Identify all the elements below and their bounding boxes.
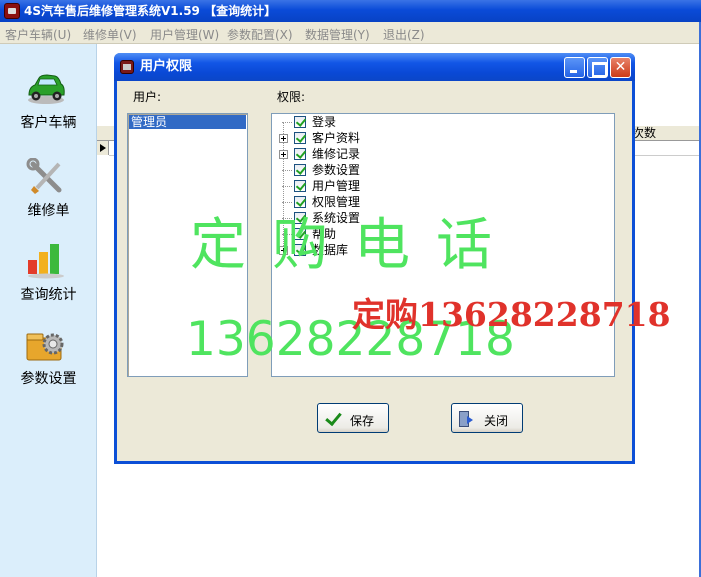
menu-data-management[interactable]: 数据管理(Y): [305, 26, 370, 43]
tree-node-label: 登录: [312, 115, 337, 129]
tree-node-label: 客户资料: [312, 131, 361, 145]
tree-connector: [282, 186, 292, 187]
bar-chart-icon: [28, 244, 64, 279]
save-button-label: 保存: [350, 414, 375, 428]
close-window-button[interactable]: ✕: [610, 57, 631, 78]
tree-node-login[interactable]: 登录: [272, 114, 472, 130]
sidebar-item-label: 查询统计: [20, 287, 77, 303]
tree-connector: [282, 122, 292, 123]
permission-checkbox[interactable]: [294, 180, 306, 192]
permissions-label: 权限:: [277, 90, 306, 104]
tree-node-label: 用户管理: [312, 179, 361, 193]
permission-checkbox[interactable]: [294, 148, 306, 160]
minimize-button[interactable]: [564, 57, 585, 78]
menu-repair-order[interactable]: 维修单(V): [83, 26, 137, 43]
sidebar-item-query-stats[interactable]: 查询统计: [0, 236, 97, 316]
sidebar-item-customer-vehicle[interactable]: 客户车辆: [0, 64, 97, 144]
checkmark-icon: [326, 410, 338, 426]
tools-icon: [26, 158, 62, 194]
expand-icon[interactable]: [279, 134, 288, 143]
dialog-title: 用户权限: [140, 59, 193, 74]
car-icon: [28, 74, 65, 104]
list-item[interactable]: 管理员: [129, 115, 246, 129]
grid-column-count[interactable]: 次数: [632, 126, 656, 141]
tree-node-customer-data[interactable]: 客户资料: [272, 130, 472, 146]
maximize-button[interactable]: [587, 57, 608, 78]
dialog-title-bar[interactable]: 用户权限 ✕: [114, 53, 635, 81]
sidebar-item-label: 客户车辆: [20, 115, 77, 131]
dialog-app-icon: [120, 60, 134, 74]
sidebar-item-repair-order[interactable]: 维修单: [0, 152, 97, 232]
menu-user-management[interactable]: 用户管理(W): [150, 26, 219, 43]
users-label: 用户:: [133, 90, 162, 104]
menu-exit[interactable]: 退出(Z): [383, 26, 425, 43]
sidebar-item-label: 参数设置: [20, 371, 77, 387]
menu-customer-vehicle[interactable]: 客户车辆(U): [5, 26, 71, 43]
tree-node-label: 参数设置: [312, 163, 361, 177]
sidebar: 客户车辆 维修单 查询统计 参数设置: [0, 44, 97, 577]
grid-row-indicator[interactable]: [97, 141, 109, 155]
save-button[interactable]: 保存: [317, 403, 389, 433]
sidebar-item-parameter-settings[interactable]: 参数设置: [0, 320, 97, 400]
tree-node-parameter-settings[interactable]: 参数设置: [272, 162, 472, 178]
tree-node-user-management[interactable]: 用户管理: [272, 178, 472, 194]
close-button-label: 关闭: [484, 414, 509, 428]
watermark-order-phone-red: 定购13628228718: [352, 295, 671, 334]
app-icon: [4, 3, 20, 19]
permission-checkbox[interactable]: [294, 164, 306, 176]
exit-door-icon: [459, 411, 473, 427]
permission-checkbox[interactable]: [294, 116, 306, 128]
menu-parameter-config[interactable]: 参数配置(X): [227, 26, 293, 43]
settings-gear-icon: [26, 333, 64, 361]
minimize-icon: [565, 58, 584, 77]
menu-bar: 客户车辆(U) 维修单(V) 用户管理(W) 参数配置(X) 数据管理(Y) 退…: [0, 22, 701, 44]
tree-node-label: 维修记录: [312, 147, 361, 161]
tree-node-repair-records[interactable]: 维修记录: [272, 146, 472, 162]
watermark-order-phone: 定购电话: [190, 213, 518, 278]
sidebar-item-label: 维修单: [27, 203, 70, 219]
tree-connector: [282, 170, 292, 171]
main-window-title: 4S汽车售后维修管理系统V1.59 【查询统计】: [24, 4, 277, 18]
expand-icon[interactable]: [279, 150, 288, 159]
permission-checkbox[interactable]: [294, 132, 306, 144]
main-title-bar[interactable]: 4S汽车售后维修管理系统V1.59 【查询统计】: [0, 0, 701, 22]
close-button[interactable]: 关闭: [451, 403, 523, 433]
maximize-icon: [588, 58, 607, 77]
close-icon: ✕: [614, 59, 627, 75]
